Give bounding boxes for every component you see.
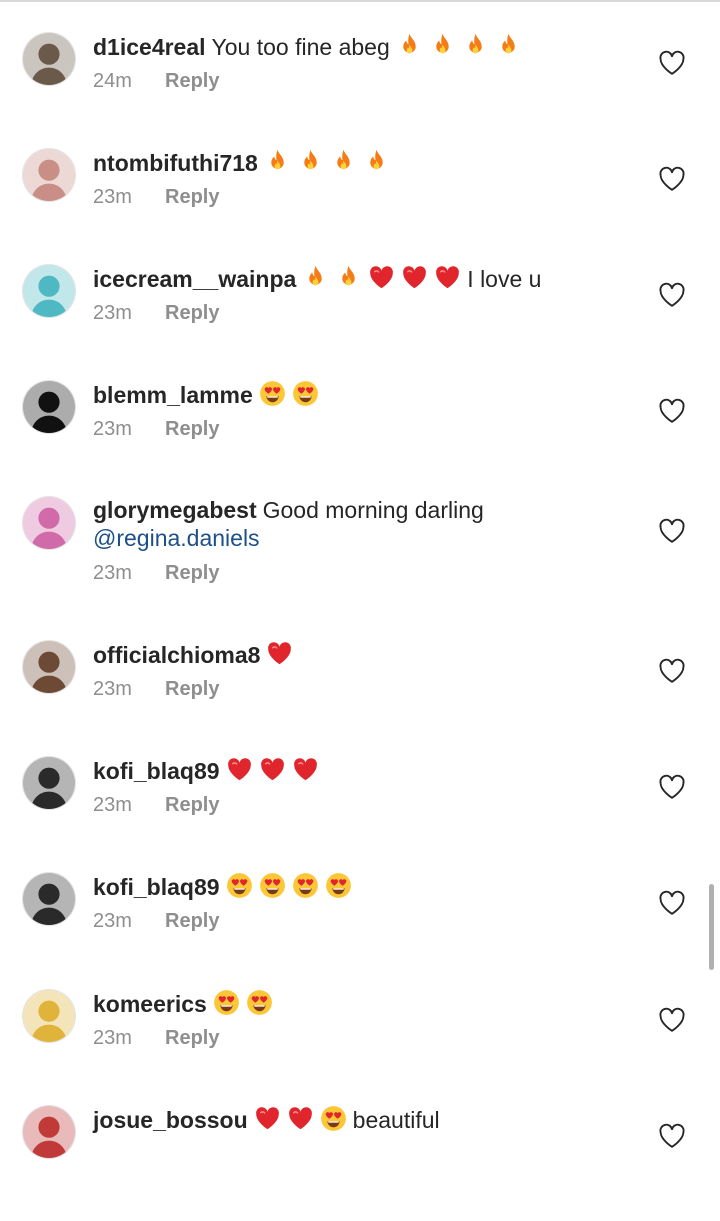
like-heart-icon[interactable] [658,774,686,800]
like-heart-icon[interactable] [658,518,686,544]
like-heart-icon[interactable] [658,50,686,76]
heart-eyes-emoji-icon [292,872,319,899]
avatar[interactable] [22,148,76,202]
red-heart-emoji-icon [259,756,286,783]
comment-item: blemm_lamme 23m Reply [0,380,720,496]
comment-timestamp: 23m [93,794,132,816]
comment-timestamp: 23m [93,910,132,932]
comment-item: officialchioma8 23m Reply [0,640,720,756]
comment-item: icecream__wainpa I love u 23m Reply [0,264,720,380]
comment-item: komeerics 23m Reply [0,989,720,1105]
comment-username[interactable]: josue_bossou [93,1107,248,1133]
reply-button[interactable]: Reply [165,418,219,440]
reply-button[interactable]: Reply [165,562,219,584]
comment-timestamp: 23m [93,418,132,440]
reply-button[interactable]: Reply [165,794,219,816]
comment-text: You too fine abeg [211,34,390,60]
like-heart-icon[interactable] [658,658,686,684]
reply-button[interactable]: Reply [165,910,219,932]
reply-button[interactable]: Reply [165,186,219,208]
red-heart-emoji-icon [434,264,461,291]
red-heart-emoji-icon [226,756,253,783]
like-heart-icon[interactable] [658,398,686,424]
reply-button[interactable]: Reply [165,1027,219,1049]
red-heart-emoji-icon [401,264,428,291]
avatar[interactable] [22,989,76,1043]
heart-eyes-emoji-icon [259,872,286,899]
reply-button[interactable]: Reply [165,302,219,324]
heart-eyes-emoji-icon [325,872,352,899]
comment-item: kofi_blaq89 23m Reply [0,756,720,872]
comment-item: josue_bossou beautiful [0,1105,720,1221]
fire-emoji-icon [462,32,489,59]
fire-emoji-icon [363,148,390,175]
avatar[interactable] [22,32,76,86]
fire-emoji-icon [297,148,324,175]
avatar[interactable] [22,640,76,694]
heart-eyes-emoji-icon [259,380,286,407]
comment-text: beautiful [352,1107,440,1133]
comment-text: I love u [467,266,542,292]
red-heart-emoji-icon [287,1105,314,1132]
comment-text: Good morning darling [262,497,484,523]
like-heart-icon[interactable] [658,1007,686,1033]
heart-eyes-emoji-icon [292,380,319,407]
fire-emoji-icon [330,148,357,175]
comment-username[interactable]: icecream__wainpa [93,266,296,292]
avatar[interactable] [22,496,76,550]
avatar[interactable] [22,872,76,926]
avatar[interactable] [22,1105,76,1159]
comment-item: d1ice4real You too fine abeg 24m Reply [0,32,720,148]
fire-emoji-icon [396,32,423,59]
fire-emoji-icon [429,32,456,59]
top-divider [0,0,720,2]
comment-username[interactable]: ntombifuthi718 [93,150,258,176]
reply-button[interactable]: Reply [165,678,219,700]
like-heart-icon[interactable] [658,1123,686,1149]
red-heart-emoji-icon [368,264,395,291]
like-heart-icon[interactable] [658,282,686,308]
comment-username[interactable]: d1ice4real [93,34,206,60]
comment-timestamp: 23m [93,678,132,700]
heart-eyes-emoji-icon [246,989,273,1016]
avatar[interactable] [22,380,76,434]
reply-button[interactable]: Reply [165,70,219,92]
fire-emoji-icon [264,148,291,175]
fire-emoji-icon [302,264,329,291]
fire-emoji-icon [495,32,522,59]
scrollbar[interactable] [709,884,714,970]
comment-username[interactable]: kofi_blaq89 [93,758,220,784]
avatar[interactable] [22,756,76,810]
comment-timestamp: 23m [93,1027,132,1049]
fire-emoji-icon [335,264,362,291]
comment-item: kofi_blaq89 23m Reply [0,872,720,988]
comment-username[interactable]: officialchioma8 [93,642,260,668]
comment-username[interactable]: blemm_lamme [93,382,253,408]
comment-item: ntombifuthi718 23m Reply [0,148,720,264]
red-heart-emoji-icon [254,1105,281,1132]
comment-timestamp: 23m [93,562,132,584]
heart-eyes-emoji-icon [213,989,240,1016]
mention-link[interactable]: @regina.daniels [93,525,260,551]
comment-username[interactable]: glorymegabest [93,497,257,523]
like-heart-icon[interactable] [658,890,686,916]
red-heart-emoji-icon [292,756,319,783]
heart-eyes-emoji-icon [320,1105,347,1132]
comment-timestamp: 23m [93,186,132,208]
avatar[interactable] [22,264,76,318]
comment-timestamp: 24m [93,70,132,92]
red-heart-emoji-icon [266,640,293,667]
comment-username[interactable]: komeerics [93,991,207,1017]
comment-timestamp: 23m [93,302,132,324]
like-heart-icon[interactable] [658,166,686,192]
comment-username[interactable]: kofi_blaq89 [93,874,220,900]
heart-eyes-emoji-icon [226,872,253,899]
comment-item: glorymegabest Good morning darling @regin… [0,496,720,612]
